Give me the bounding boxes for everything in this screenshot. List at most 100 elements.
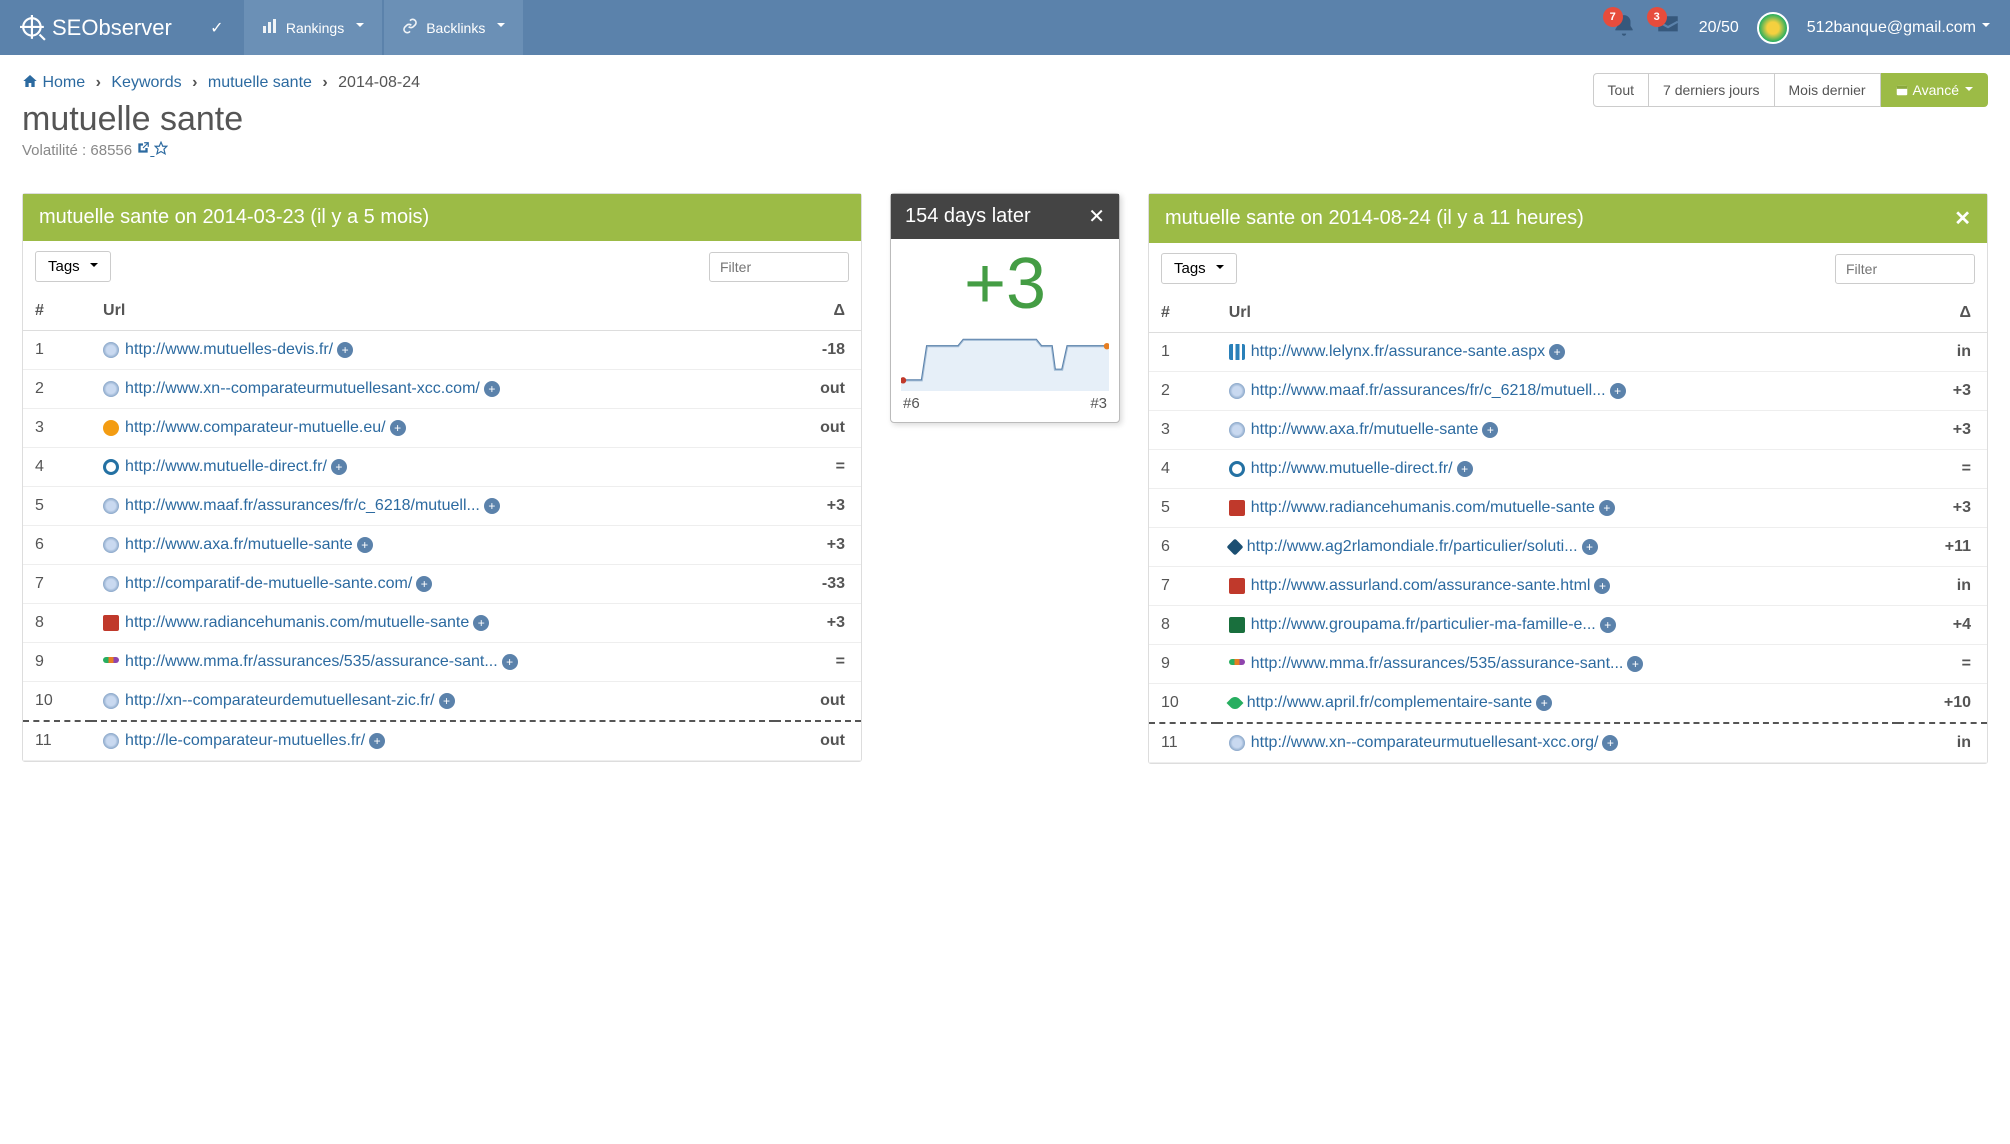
breadcrumb-keyword[interactable]: mutuelle sante xyxy=(208,74,312,91)
result-url-link[interactable]: http://www.xn--comparateurmutuellesant-x… xyxy=(1251,734,1599,751)
result-url-link[interactable]: http://www.mma.fr/assurances/535/assuran… xyxy=(1251,655,1624,672)
user-menu[interactable]: 512banque@gmail.com xyxy=(1807,19,1990,37)
result-url-link[interactable]: http://www.mutuelles-devis.fr/ xyxy=(125,341,333,358)
table-row[interactable]: 6http://www.ag2rlamondiale.fr/particulie… xyxy=(1149,528,1987,567)
col-rank[interactable]: # xyxy=(1149,294,1217,333)
result-url-link[interactable]: http://www.xn--comparateurmutuellesant-x… xyxy=(125,380,480,397)
add-icon[interactable]: + xyxy=(484,498,500,514)
table-row[interactable]: 8http://www.radiancehumanis.com/mutuelle… xyxy=(23,604,861,643)
favicon-icon xyxy=(103,615,119,631)
brand-logo[interactable]: SEObserver xyxy=(0,15,192,41)
add-icon[interactable]: + xyxy=(439,693,455,709)
result-url-link[interactable]: http://www.mutuelle-direct.fr/ xyxy=(125,458,327,475)
result-url-link[interactable]: http://www.mutuelle-direct.fr/ xyxy=(1251,460,1453,477)
result-url-link[interactable]: http://www.maaf.fr/assurances/fr/c_6218/… xyxy=(1251,382,1606,399)
table-row[interactable]: 9http://www.mma.fr/assurances/535/assura… xyxy=(1149,645,1987,684)
range-advanced-button[interactable]: Avancé xyxy=(1881,73,1988,107)
result-url-link[interactable]: http://comparatif-de-mutuelle-sante.com/ xyxy=(125,575,412,592)
result-url-link[interactable]: http://www.maaf.fr/assurances/fr/c_6218/… xyxy=(125,497,480,514)
table-row[interactable]: 3http://www.axa.fr/mutuelle-sante++3 xyxy=(1149,411,1987,450)
result-url-link[interactable]: http://www.axa.fr/mutuelle-sante xyxy=(1251,421,1479,438)
table-row[interactable]: 11http://le-comparateur-mutuelles.fr/+ou… xyxy=(23,721,861,761)
table-row[interactable]: 3http://www.comparateur-mutuelle.eu/+out xyxy=(23,409,861,448)
col-rank[interactable]: # xyxy=(23,292,91,331)
favorite-star[interactable] xyxy=(154,142,168,159)
add-icon[interactable]: + xyxy=(1610,383,1626,399)
col-url[interactable]: Url xyxy=(91,292,775,331)
result-url-link[interactable]: http://www.radiancehumanis.com/mutuelle-… xyxy=(125,614,469,631)
result-url-link[interactable]: http://www.april.fr/complementaire-sante xyxy=(1247,694,1532,711)
add-icon[interactable]: + xyxy=(357,537,373,553)
nav-check-icon[interactable]: ✓ xyxy=(192,18,242,38)
add-icon[interactable]: + xyxy=(1602,735,1618,751)
url-cell: http://www.comparateur-mutuelle.eu/+ xyxy=(91,409,775,448)
tags-dropdown-button[interactable]: Tags xyxy=(35,251,111,282)
table-row[interactable]: 7http://comparatif-de-mutuelle-sante.com… xyxy=(23,565,861,604)
close-icon[interactable]: ✕ xyxy=(1088,204,1105,229)
result-url-link[interactable]: http://www.mma.fr/assurances/535/assuran… xyxy=(125,653,498,670)
table-row[interactable]: 11http://www.xn--comparateurmutuellesant… xyxy=(1149,723,1987,763)
filter-input[interactable] xyxy=(709,252,849,282)
crosshair-icon xyxy=(20,15,46,41)
add-icon[interactable]: + xyxy=(369,733,385,749)
add-icon[interactable]: + xyxy=(1457,461,1473,477)
result-url-link[interactable]: http://le-comparateur-mutuelles.fr/ xyxy=(125,732,365,749)
result-url-link[interactable]: http://www.groupama.fr/particulier-ma-fa… xyxy=(1251,616,1596,633)
result-url-link[interactable]: http://www.comparateur-mutuelle.eu/ xyxy=(125,419,386,436)
nav-backlinks[interactable]: Backlinks xyxy=(384,0,523,55)
table-row[interactable]: 4http://www.mutuelle-direct.fr/+= xyxy=(23,448,861,487)
avatar[interactable] xyxy=(1757,12,1789,44)
add-icon[interactable]: + xyxy=(1594,578,1610,594)
add-icon[interactable]: + xyxy=(1482,422,1498,438)
table-row[interactable]: 1http://www.mutuelles-devis.fr/+-18 xyxy=(23,331,861,370)
breadcrumb-home[interactable]: Home xyxy=(42,74,85,91)
rank-cell: 6 xyxy=(23,526,91,565)
notifications-bell[interactable]: 7 xyxy=(1611,13,1637,42)
table-row[interactable]: 8http://www.groupama.fr/particulier-ma-f… xyxy=(1149,606,1987,645)
table-row[interactable]: 9http://www.mma.fr/assurances/535/assura… xyxy=(23,643,861,682)
notifications-inbox[interactable]: 3 xyxy=(1655,13,1681,42)
add-icon[interactable]: + xyxy=(337,342,353,358)
result-url-link[interactable]: http://www.radiancehumanis.com/mutuelle-… xyxy=(1251,499,1595,516)
table-row[interactable]: 5http://www.radiancehumanis.com/mutuelle… xyxy=(1149,489,1987,528)
table-row[interactable]: 4http://www.mutuelle-direct.fr/+= xyxy=(1149,450,1987,489)
add-icon[interactable]: + xyxy=(1627,656,1643,672)
table-row[interactable]: 2http://www.maaf.fr/assurances/fr/c_6218… xyxy=(1149,372,1987,411)
col-delta[interactable]: Δ xyxy=(775,292,861,331)
table-row[interactable]: 2http://www.xn--comparateurmutuellesant-… xyxy=(23,370,861,409)
range-7days-button[interactable]: 7 derniers jours xyxy=(1649,73,1775,107)
rank-cell: 4 xyxy=(1149,450,1217,489)
result-url-link[interactable]: http://www.axa.fr/mutuelle-sante xyxy=(125,536,353,553)
table-row[interactable]: 6http://www.axa.fr/mutuelle-sante++3 xyxy=(23,526,861,565)
table-row[interactable]: 10http://xn--comparateurdemutuellesant-z… xyxy=(23,682,861,722)
filter-input[interactable] xyxy=(1835,254,1975,284)
close-icon[interactable]: ✕ xyxy=(1954,206,1971,231)
add-icon[interactable]: + xyxy=(473,615,489,631)
col-url[interactable]: Url xyxy=(1217,294,1898,333)
tags-dropdown-button[interactable]: Tags xyxy=(1161,253,1237,284)
add-icon[interactable]: + xyxy=(1600,617,1616,633)
result-url-link[interactable]: http://xn--comparateurdemutuellesant-zic… xyxy=(125,692,434,709)
range-lastmonth-button[interactable]: Mois dernier xyxy=(1775,73,1881,107)
add-icon[interactable]: + xyxy=(1599,500,1615,516)
result-url-link[interactable]: http://www.assurland.com/assurance-sante… xyxy=(1251,577,1591,594)
add-icon[interactable]: + xyxy=(1582,539,1598,555)
add-icon[interactable]: + xyxy=(416,576,432,592)
result-url-link[interactable]: http://www.lelynx.fr/assurance-sante.asp… xyxy=(1251,343,1545,360)
table-row[interactable]: 1http://www.lelynx.fr/assurance-sante.as… xyxy=(1149,333,1987,372)
add-icon[interactable]: + xyxy=(502,654,518,670)
table-row[interactable]: 7http://www.assurland.com/assurance-sant… xyxy=(1149,567,1987,606)
result-url-link[interactable]: http://www.ag2rlamondiale.fr/particulier… xyxy=(1247,538,1578,555)
add-icon[interactable]: + xyxy=(331,459,347,475)
table-row[interactable]: 10http://www.april.fr/complementaire-san… xyxy=(1149,684,1987,724)
table-row[interactable]: 5http://www.maaf.fr/assurances/fr/c_6218… xyxy=(23,487,861,526)
nav-rankings[interactable]: Rankings xyxy=(244,0,382,55)
range-all-button[interactable]: Tout xyxy=(1593,73,1649,107)
add-icon[interactable]: + xyxy=(484,381,500,397)
add-icon[interactable]: + xyxy=(390,420,406,436)
breadcrumb-keywords[interactable]: Keywords xyxy=(111,74,181,91)
add-icon[interactable]: + xyxy=(1549,344,1565,360)
col-delta[interactable]: Δ xyxy=(1898,294,1987,333)
add-icon[interactable]: + xyxy=(1536,695,1552,711)
volatility-external-link[interactable] xyxy=(136,142,154,159)
